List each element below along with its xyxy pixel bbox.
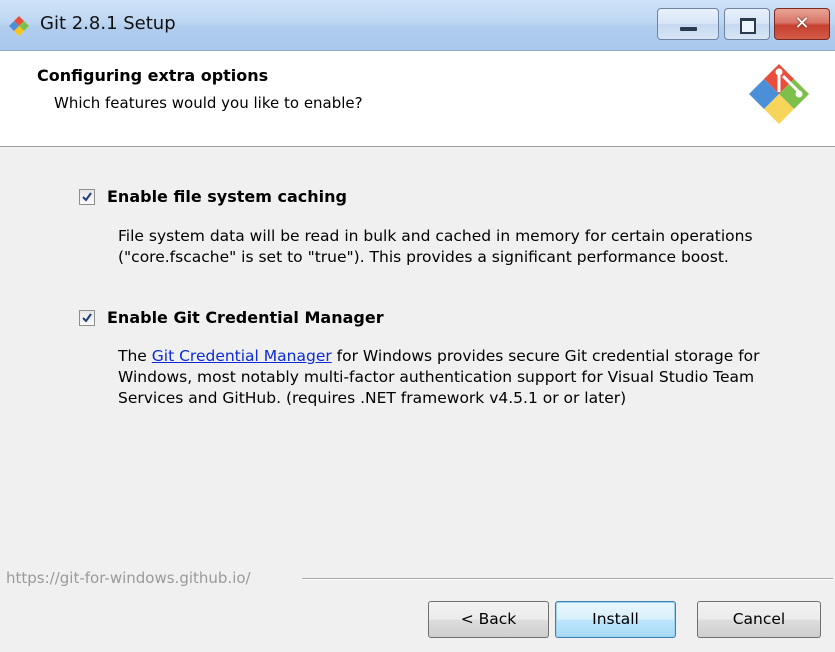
cancel-button[interactable]: Cancel (697, 601, 821, 638)
maximize-button[interactable] (724, 8, 770, 40)
maximize-icon (740, 18, 756, 34)
setup-window: Git 2.8.1 Setup ✕ Configuring extra opti… (0, 0, 835, 652)
close-icon: ✕ (794, 13, 810, 34)
credential-manager-checkbox[interactable] (79, 310, 95, 326)
fscache-description: File system data will be read in bulk an… (118, 227, 753, 266)
title-bar[interactable]: Git 2.8.1 Setup ✕ (0, 0, 835, 51)
back-button[interactable]: < Back (428, 601, 549, 638)
page-header: Configuring extra options Which features… (0, 51, 835, 147)
minimize-icon (680, 27, 697, 31)
checkmark-icon (82, 313, 92, 323)
minimize-button[interactable] (657, 8, 719, 40)
branding-url: https://git-for-windows.github.io/ (6, 569, 251, 587)
fscache-label[interactable]: Enable file system caching (107, 187, 347, 206)
fscache-checkbox[interactable] (79, 189, 95, 205)
git-logo-icon (749, 64, 809, 124)
footer-divider (302, 578, 833, 580)
credential-manager-link[interactable]: Git Credential Manager (152, 347, 332, 365)
install-button[interactable]: Install (555, 601, 676, 638)
description-prefix: The (118, 347, 152, 365)
page-title: Configuring extra options (37, 66, 269, 85)
credential-manager-description: The Git Credential Manager for Windows p… (118, 346, 798, 409)
page-subtitle: Which features would you like to enable? (54, 94, 363, 112)
credential-manager-label[interactable]: Enable Git Credential Manager (107, 308, 384, 327)
close-button[interactable]: ✕ (774, 8, 830, 40)
option-credential-manager[interactable]: Enable Git Credential Manager (79, 308, 479, 330)
window-title: Git 2.8.1 Setup (40, 13, 176, 34)
git-logo-icon (9, 16, 29, 36)
checkmark-icon (82, 192, 92, 202)
option-fscache[interactable]: Enable file system caching (79, 187, 479, 209)
